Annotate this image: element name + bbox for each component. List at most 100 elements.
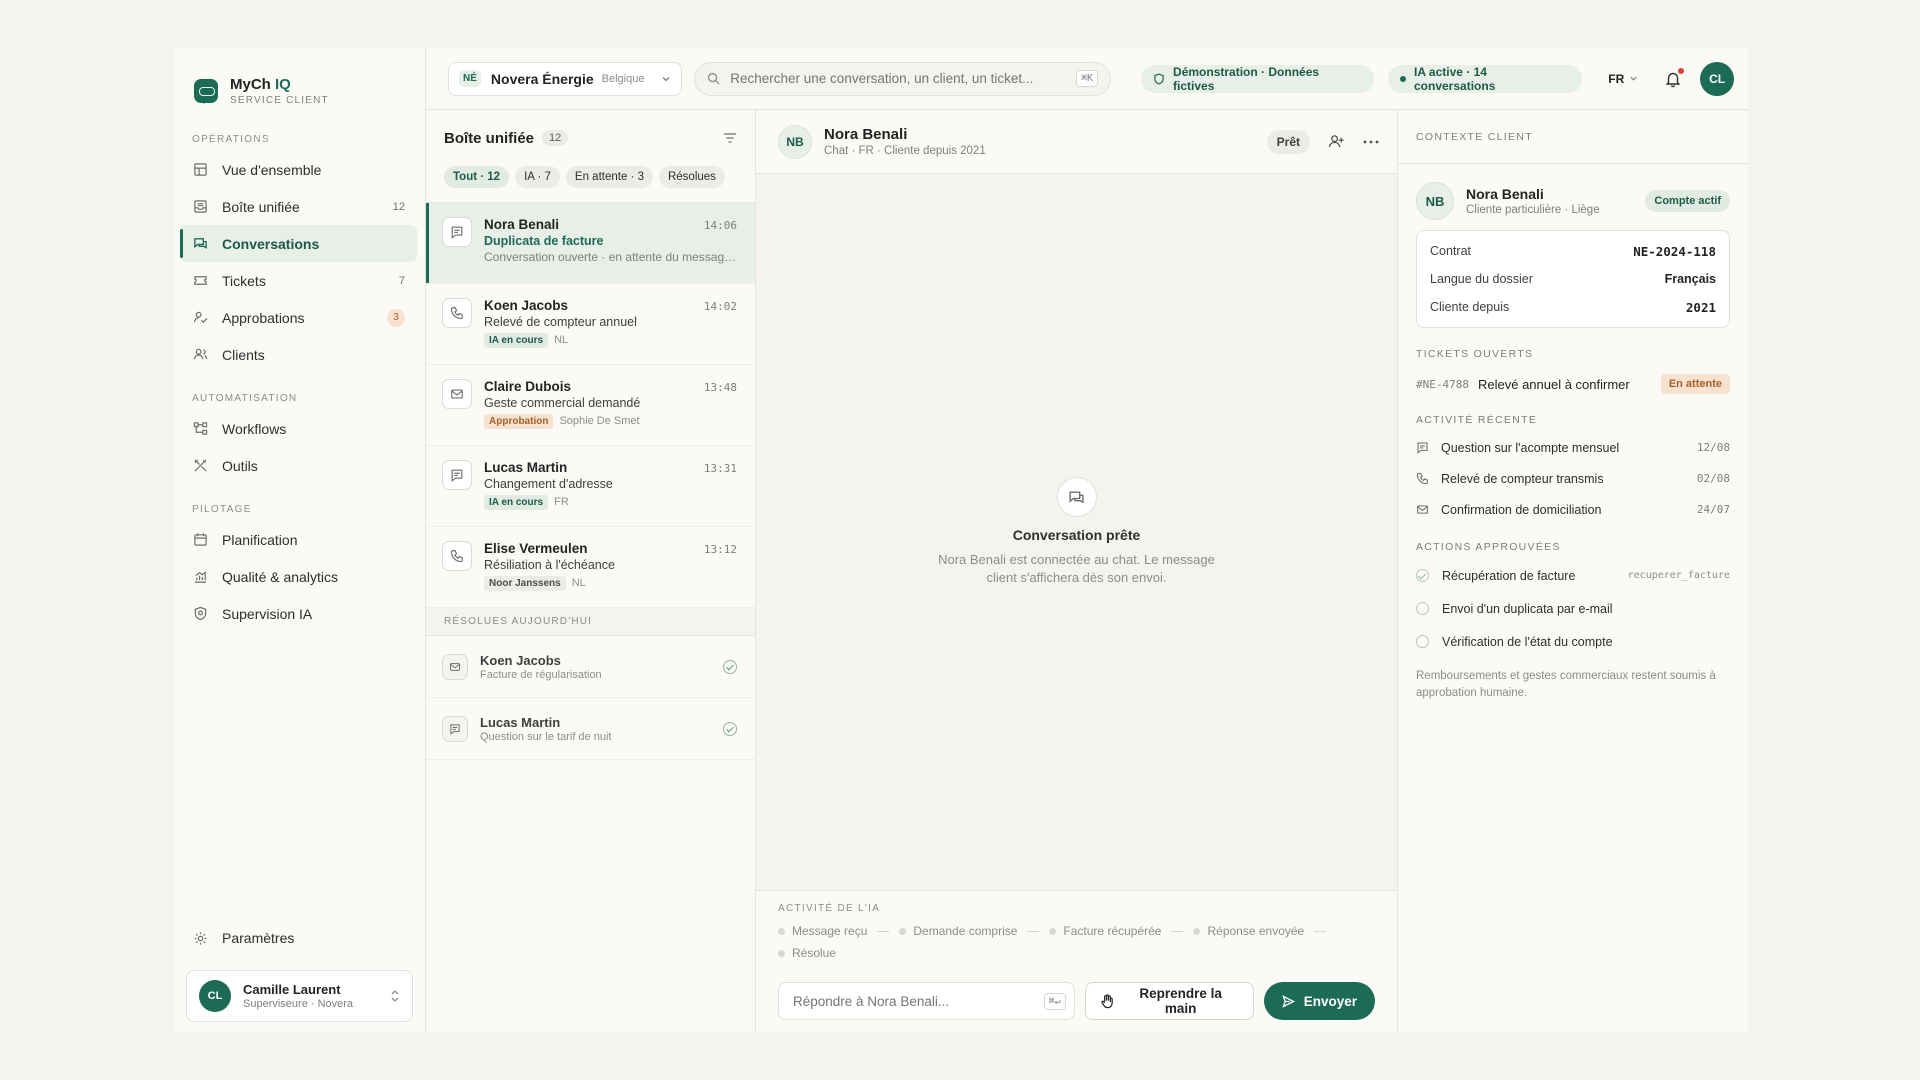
- account-status-badge: Compte actif: [1645, 190, 1730, 212]
- sidebar-item-inbox[interactable]: Boîte unifiée 12: [180, 188, 417, 225]
- chat-panel: NB Nora Benali Chat · FR · Cliente depui…: [756, 110, 1398, 1032]
- sidebar-item-tools[interactable]: Outils: [180, 447, 417, 484]
- notifications-bell-icon[interactable]: [1664, 67, 1685, 88]
- empty-title: Conversation prête: [1012, 527, 1141, 543]
- search-bar[interactable]: ⌘K: [694, 61, 1112, 96]
- settings-label: Paramètres: [222, 930, 295, 946]
- open-ticket[interactable]: #NE-4788 Relevé annuel à confirmer En at…: [1416, 374, 1730, 394]
- chat-icon: [442, 217, 472, 247]
- ai-status-chip[interactable]: IA active · 14 conversations: [1388, 64, 1583, 93]
- filter-all[interactable]: Tout · 12: [444, 166, 510, 188]
- demo-chip: Démonstration · Données fictives: [1141, 64, 1375, 93]
- filter-pending[interactable]: En attente · 3: [565, 166, 653, 188]
- top-user-avatar[interactable]: CL: [1700, 61, 1734, 96]
- info-row-contract: Contrat NE-2024-118: [1430, 243, 1716, 259]
- sidebar-item-label: Boîte unifiée: [222, 198, 300, 215]
- activity-item[interactable]: Confirmation de domiciliation 24/07: [1416, 494, 1730, 525]
- conversation-item[interactable]: Lucas Martin 13:31 Changement d'adresse I…: [426, 446, 755, 527]
- assign-user-icon[interactable]: [1328, 133, 1345, 150]
- conversation-time: 13:31: [703, 462, 737, 475]
- conversation-item[interactable]: Elise Vermeulen 13:12 Résiliation à l'éch…: [426, 527, 755, 608]
- chevron-down-icon: [1629, 74, 1638, 83]
- resolved-item[interactable]: Lucas Martin Question sur le tarif de nu…: [426, 698, 755, 760]
- user-role: Superviseure · Novera: [243, 998, 354, 1010]
- conversation-name: Elise Vermeulen: [484, 541, 588, 556]
- nav-section-automation: AUTOMATISATION: [192, 393, 298, 404]
- filter-icon[interactable]: [723, 132, 737, 144]
- conversation-name: Koen Jacobs: [484, 298, 569, 313]
- check-circle-icon: [723, 721, 737, 736]
- filter-resolved[interactable]: Résolues: [658, 166, 725, 188]
- conversation-subject: Relevé de compteur annuel: [484, 315, 637, 329]
- step-separator: [877, 930, 890, 932]
- tickets-count: 7: [398, 274, 405, 287]
- take-over-label: Reprendre la main: [1139, 986, 1222, 1016]
- sidebar-item-approvals[interactable]: Approbations 3: [180, 299, 417, 336]
- sidebar-item-planning[interactable]: Planification: [180, 521, 417, 558]
- inbox-count: 12: [392, 200, 405, 213]
- conversation-time: 14:02: [703, 300, 737, 313]
- ticket-label: Relevé annuel à confirmer: [1477, 376, 1630, 392]
- ticket-icon: [192, 273, 208, 289]
- chat-client-name: Nora Benali: [824, 126, 908, 143]
- more-icon[interactable]: [1363, 140, 1379, 144]
- sidebar-item-workflows[interactable]: Workflows: [180, 410, 417, 447]
- activity-item[interactable]: Question sur l'acompte mensuel 12/08: [1416, 432, 1730, 463]
- language-select[interactable]: FR: [1608, 72, 1638, 86]
- inbox-count: 12: [542, 130, 569, 146]
- resolved-name: Lucas Martin: [480, 714, 561, 730]
- client-avatar: NB: [1416, 182, 1454, 220]
- conversation-language: NL: [571, 577, 586, 589]
- conversation-item[interactable]: Koen Jacobs 14:02 Relevé de compteur annu…: [426, 284, 755, 365]
- client-name: Nora Benali: [1466, 186, 1544, 202]
- step-separator: [1171, 930, 1184, 932]
- activity-label: Question sur l'acompte mensuel: [1441, 440, 1620, 455]
- sidebar-item-ai-supervision[interactable]: Supervision IA: [180, 595, 417, 632]
- hand-icon: [1100, 993, 1114, 1009]
- approved-action[interactable]: Récupération de facture recuperer_factur…: [1416, 559, 1730, 592]
- sidebar-item-label: Supervision IA: [222, 605, 313, 622]
- check-circle-icon: [1416, 569, 1429, 582]
- sidebar-item-clients[interactable]: Clients: [180, 336, 417, 373]
- conversation-status: Prêt: [1266, 129, 1310, 154]
- open-tickets-title: TICKETS OUVERTS: [1416, 348, 1534, 360]
- sidebar-item-conversations[interactable]: Conversations: [180, 225, 417, 262]
- ai-status-label: IA active · 14 conversations: [1414, 64, 1496, 93]
- conversation-item[interactable]: Claire Dubois 13:48 Geste commercial dema…: [426, 365, 755, 446]
- approved-action[interactable]: Envoi d'un duplicata par e-mail: [1416, 592, 1730, 625]
- phone-icon: [442, 541, 472, 571]
- users-icon: [192, 347, 208, 363]
- brand-logo-icon: [194, 79, 218, 103]
- sidebar-item-label: Outils: [222, 457, 258, 474]
- filter-ai[interactable]: IA · 7: [515, 166, 560, 188]
- resolved-item[interactable]: Koen Jacobs Facture de régularisation: [426, 636, 755, 698]
- resolved-section-title: RÉSOLUES AUJOURD'HUI: [426, 608, 755, 636]
- gear-icon: [192, 930, 208, 946]
- topbar: NÉ Novera Énergie Belgique ⌘K Démonstrat…: [426, 48, 1748, 110]
- user-switcher[interactable]: CL Camille Laurent Superviseure · Novera: [186, 970, 413, 1022]
- reply-box[interactable]: ⌘↵: [778, 982, 1075, 1020]
- approved-action[interactable]: Vérification de l'état du compte: [1416, 625, 1730, 658]
- send-button[interactable]: Envoyer: [1263, 982, 1375, 1020]
- status-dot: [1400, 75, 1406, 82]
- take-over-button[interactable]: Reprendre la main: [1084, 982, 1254, 1020]
- ai-step: Résolue: [778, 946, 1375, 960]
- sidebar-item-analytics[interactable]: Qualité & analytics: [180, 558, 417, 595]
- brand-subtitle: SERVICE CLIENT: [230, 95, 329, 106]
- action-label: Vérification de l'état du compte: [1442, 634, 1613, 649]
- search-input[interactable]: [730, 71, 1076, 86]
- sidebar-item-label: Approbations: [222, 309, 305, 326]
- action-code: recuperer_facture: [1627, 570, 1730, 581]
- organization-select[interactable]: NÉ Novera Énergie Belgique: [448, 61, 683, 96]
- activity-item[interactable]: Relevé de compteur transmis 02/08: [1416, 463, 1730, 494]
- workflow-icon: [192, 421, 208, 437]
- chat-header: NB Nora Benali Chat · FR · Cliente depui…: [756, 110, 1397, 174]
- conversation-item[interactable]: Nora Benali 14:06 Duplicata de facture Co…: [426, 203, 755, 284]
- reply-input[interactable]: [793, 993, 1044, 1009]
- sidebar-item-settings[interactable]: Paramètres: [174, 920, 425, 956]
- sidebar: MyCh IQ SERVICE CLIENT OPÉRATIONS Vue d'…: [174, 48, 426, 1032]
- sidebar-item-overview[interactable]: Vue d'ensemble: [180, 151, 417, 188]
- sidebar-item-tickets[interactable]: Tickets 7: [180, 262, 417, 299]
- resolved-subject: Facture de régularisation: [480, 668, 602, 681]
- brand[interactable]: MyCh IQ SERVICE CLIENT: [174, 48, 425, 114]
